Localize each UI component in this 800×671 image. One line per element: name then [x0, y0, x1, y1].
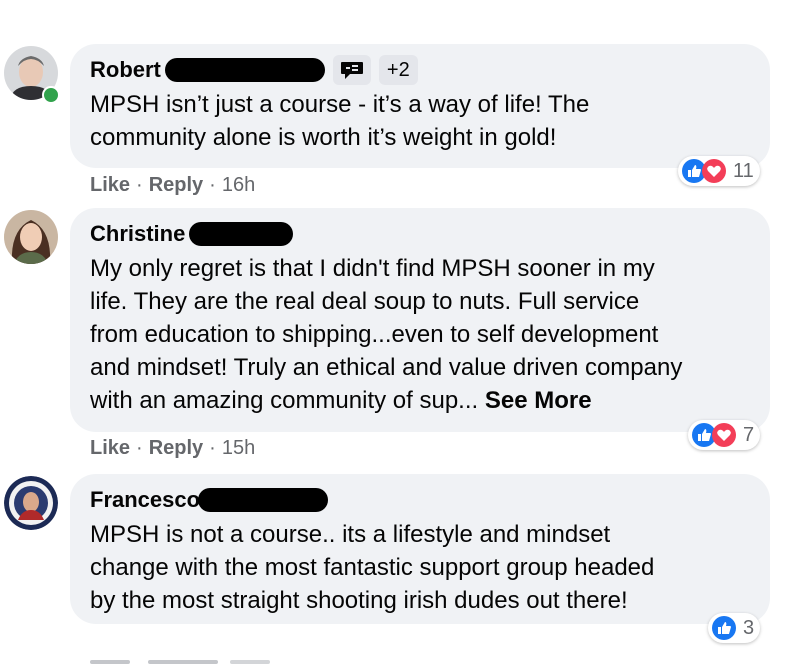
chat-bubble-icon: [340, 62, 363, 79]
reaction-count: 7: [743, 423, 755, 446]
avatar[interactable]: [4, 210, 58, 264]
redaction-bar: [198, 488, 329, 512]
comment-bubble: Christine My only regret is that I didn'…: [70, 208, 770, 432]
timestamp[interactable]: 16h: [222, 174, 255, 196]
avatar[interactable]: [4, 476, 58, 530]
comment-text: My only regret is that I didn't find MPS…: [90, 252, 750, 417]
user-photo-icon: [4, 476, 58, 530]
reaction-count: 3: [743, 616, 755, 639]
badge-icon-chip[interactable]: [332, 55, 371, 85]
author-name[interactable]: Christine: [90, 221, 185, 247]
user-photo-icon: [4, 210, 58, 264]
online-status-dot: [42, 86, 60, 104]
reaction-count: 11: [733, 159, 754, 182]
timestamp[interactable]: 15h: [222, 437, 255, 459]
love-reaction-icon: [712, 423, 736, 447]
redaction-bar: [164, 58, 325, 82]
separator: ·: [136, 437, 143, 459]
like-reaction-icon: [712, 616, 736, 640]
author-name[interactable]: Francesco: [90, 487, 200, 513]
comment-actions: Like · Reply · 15h: [90, 437, 255, 460]
comment-text-content: My only regret is that I didn't find MPS…: [90, 255, 683, 414]
reaction-summary[interactable]: 11: [678, 156, 760, 186]
like-button[interactable]: Like: [90, 174, 130, 196]
author-name[interactable]: Robert: [90, 57, 161, 83]
comment-bubble: Robert +2 MPSH isn’t just a course - it’…: [70, 44, 770, 168]
comment-text: MPSH isn’t just a course - it’s a way of…: [90, 91, 590, 151]
reply-button[interactable]: Reply: [149, 174, 203, 196]
reaction-summary[interactable]: 7: [688, 420, 761, 450]
badge-count[interactable]: +2: [378, 55, 418, 85]
separator: ·: [209, 437, 216, 459]
reaction-summary[interactable]: 3: [708, 613, 761, 643]
comment-bubble: Francesco MPSH is not a course.. its a l…: [70, 474, 770, 624]
comment-actions: Like · Reply · 16h: [90, 174, 255, 197]
separator: ·: [136, 174, 143, 196]
comment-text: MPSH is not a course.. its a lifestyle a…: [90, 521, 655, 614]
like-button[interactable]: Like: [90, 437, 130, 459]
separator: ·: [209, 174, 216, 196]
love-reaction-icon: [702, 159, 726, 183]
see-more-link[interactable]: See More: [485, 387, 592, 414]
redaction-bar: [189, 222, 294, 246]
comment-actions-clipped: [90, 660, 280, 671]
reply-button[interactable]: Reply: [149, 437, 203, 459]
